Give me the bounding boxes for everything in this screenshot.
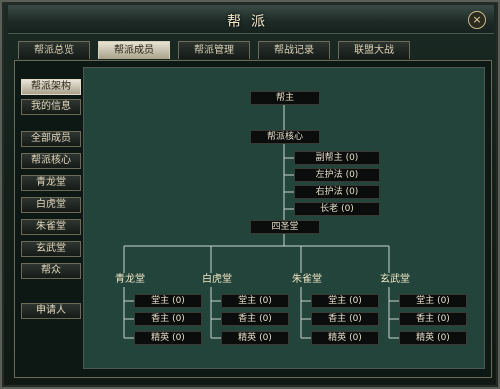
hall-role-item[interactable]: 精英 (0): [221, 331, 289, 345]
sidebar-item-members[interactable]: 帮众: [21, 263, 81, 279]
hall-role-item[interactable]: 香主 (0): [311, 312, 379, 326]
sidebar-item-all-members[interactable]: 全部成员: [21, 131, 81, 147]
sidebar-item-core[interactable]: 帮派核心: [21, 153, 81, 169]
org-node-leader[interactable]: 帮主: [250, 91, 320, 105]
tab-bar: 帮派总览 帮派成员 帮派管理 帮战记录 联盟大战: [8, 37, 494, 59]
role-count: (0): [349, 314, 362, 324]
role-label: 精英: [238, 333, 257, 343]
role-label: 堂主: [328, 296, 347, 306]
role-label: 香主: [238, 314, 257, 324]
role-label: 香主: [328, 314, 347, 324]
role-count: (0): [172, 314, 185, 324]
hall-role-item[interactable]: 精英 (0): [311, 331, 379, 345]
close-button[interactable]: ×: [468, 11, 486, 29]
role-count: (0): [345, 153, 359, 163]
org-node-vice-leader[interactable]: 副帮主 (0): [294, 151, 380, 165]
sidebar-item-baihu[interactable]: 白虎堂: [21, 197, 81, 213]
role-count: (0): [437, 314, 450, 324]
sidebar-item-structure[interactable]: 帮派架构: [21, 79, 81, 95]
role-count: (0): [345, 170, 359, 180]
role-count: (0): [259, 314, 272, 324]
role-label: 堂主: [238, 296, 257, 306]
role-label: 左护法: [315, 170, 343, 180]
hall-role-item[interactable]: 精英 (0): [399, 331, 467, 345]
hall-role-item[interactable]: 精英 (0): [134, 331, 202, 345]
sidebar-item-qinglong[interactable]: 青龙堂: [21, 175, 81, 191]
role-label: 精英: [151, 333, 170, 343]
role-label: 右护法: [315, 187, 343, 197]
role-label: 长老: [320, 204, 339, 214]
sidebar-item-zhuque[interactable]: 朱雀堂: [21, 219, 81, 235]
hall-role-item[interactable]: 香主 (0): [221, 312, 289, 326]
hall-role-item[interactable]: 香主 (0): [134, 312, 202, 326]
role-label: 堂主: [416, 296, 435, 306]
org-node-four-halls[interactable]: 四圣堂: [250, 220, 320, 234]
role-count: (0): [437, 296, 450, 306]
role-count: (0): [259, 333, 272, 343]
role-count: (0): [341, 204, 354, 214]
tab-war-records[interactable]: 帮战记录: [258, 41, 330, 59]
role-count: (0): [172, 333, 185, 343]
role-count: (0): [437, 333, 450, 343]
sidebar-item-my-info[interactable]: 我的信息: [21, 99, 81, 115]
window-title: 帮派: [227, 14, 275, 30]
org-node-core[interactable]: 帮派核心: [250, 130, 320, 144]
tab-alliance-war[interactable]: 联盟大战: [338, 41, 410, 59]
role-label: 香主: [151, 314, 170, 324]
role-label: 精英: [416, 333, 435, 343]
role-count: (0): [349, 296, 362, 306]
org-node-left-guardian[interactable]: 左护法 (0): [294, 168, 380, 182]
role-count: (0): [259, 296, 272, 306]
org-node-zhuque[interactable]: 朱雀堂: [277, 273, 337, 287]
hall-role-item[interactable]: 堂主 (0): [311, 294, 379, 308]
hall-role-item[interactable]: 堂主 (0): [221, 294, 289, 308]
org-node-baihu[interactable]: 白虎堂: [187, 273, 247, 287]
org-chart: 帮主 帮派核心 副帮主 (0) 左护法 (0) 右护法 (0) 长老 (0) 四…: [83, 67, 485, 369]
tab-guild-members[interactable]: 帮派成员: [98, 41, 170, 59]
role-label: 堂主: [151, 296, 170, 306]
hall-role-item[interactable]: 堂主 (0): [399, 294, 467, 308]
title-bar[interactable]: 帮派 ×: [8, 5, 494, 34]
guild-window: 帮派 × 帮派总览 帮派成员 帮派管理 帮战记录 联盟大战 帮派架构 我的信息 …: [0, 0, 500, 389]
role-label: 精英: [328, 333, 347, 343]
members-panel: 帮派架构 我的信息 全部成员 帮派核心 青龙堂 白虎堂 朱雀堂 玄武堂 帮众 申…: [14, 60, 492, 378]
tab-guild-management[interactable]: 帮派管理: [178, 41, 250, 59]
role-count: (0): [349, 333, 362, 343]
org-node-xuanwu[interactable]: 玄武堂: [365, 273, 425, 287]
close-icon: ×: [472, 13, 482, 26]
role-count: (0): [172, 296, 185, 306]
role-label: 香主: [416, 314, 435, 324]
role-label: 副帮主: [315, 153, 343, 163]
org-node-elder[interactable]: 长老 (0): [294, 202, 380, 216]
sidebar-item-applicants[interactable]: 申请人: [21, 303, 81, 319]
sidebar-item-xuanwu[interactable]: 玄武堂: [21, 241, 81, 257]
role-count: (0): [345, 187, 359, 197]
hall-role-item[interactable]: 堂主 (0): [134, 294, 202, 308]
hall-role-item[interactable]: 香主 (0): [399, 312, 467, 326]
org-node-right-guardian[interactable]: 右护法 (0): [294, 185, 380, 199]
tab-guild-overview[interactable]: 帮派总览: [18, 41, 90, 59]
org-node-qinglong[interactable]: 青龙堂: [100, 273, 160, 287]
